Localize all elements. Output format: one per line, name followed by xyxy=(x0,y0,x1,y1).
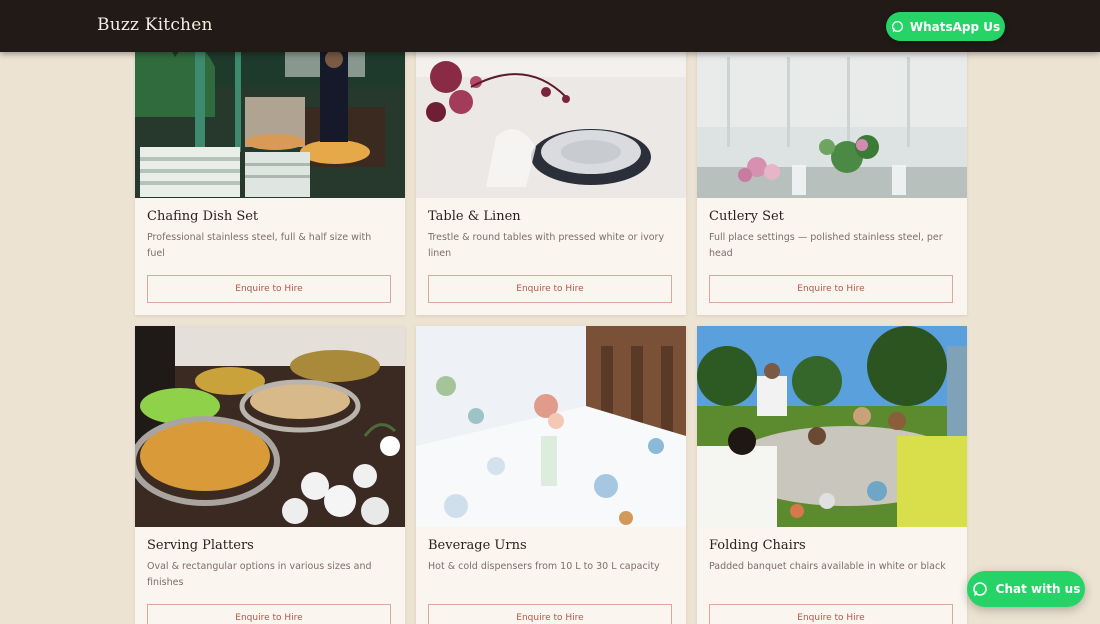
site-header: Buzz Kitchen WhatsApp Us xyxy=(0,0,1100,52)
folding-chairs-image xyxy=(697,326,967,527)
product-title: Table & Linen xyxy=(428,209,521,224)
product-title: Chafing Dish Set xyxy=(147,209,259,224)
chat-with-us-button[interactable]: Chat with us xyxy=(967,571,1085,607)
product-description: Trestle & round tables with pressed whit… xyxy=(428,232,665,259)
serving-platters-image xyxy=(135,326,405,527)
product-title: Beverage Urns xyxy=(428,538,527,553)
product-title: Serving Platters xyxy=(147,538,254,553)
page: Buzz Kitchen WhatsApp Us Chafing Dish Se… xyxy=(0,0,1100,624)
enquire-to-hire-button[interactable]: Enquire to Hire xyxy=(709,275,953,303)
product-title: Cutlery Set xyxy=(709,209,784,224)
brand-logo[interactable]: Buzz Kitchen xyxy=(97,15,213,35)
product-description: Professional stainless steel, full & hal… xyxy=(147,232,372,259)
enquire-to-hire-button[interactable]: Enquire to Hire xyxy=(428,275,672,303)
whatsapp-button-label: WhatsApp Us xyxy=(909,19,1001,34)
product-card-serving-platters: Serving Platters Oval & rectangular opti… xyxy=(135,326,405,624)
chat-button-label: Chat with us xyxy=(995,582,1081,596)
enquire-to-hire-button[interactable]: Enquire to Hire xyxy=(428,604,672,624)
product-description: Padded banquet chairs available in white… xyxy=(709,561,946,572)
chat-bubble-icon xyxy=(972,582,987,596)
equipment-grid: Chafing Dish Set Professional stainless … xyxy=(135,0,969,624)
product-card-beverage-urns: Beverage Urns Hot & cold dispensers from… xyxy=(416,326,686,624)
product-description: Oval & rectangular options in various si… xyxy=(147,561,372,588)
whatsapp-icon xyxy=(891,20,903,33)
beverage-urns-image xyxy=(416,326,686,527)
product-title: Folding Chairs xyxy=(709,538,806,553)
enquire-to-hire-button[interactable]: Enquire to Hire xyxy=(147,604,391,624)
product-description: Hot & cold dispensers from 10 L to 30 L … xyxy=(428,561,660,572)
whatsapp-button[interactable]: WhatsApp Us xyxy=(886,12,1005,41)
product-description: Full place settings — polished stainless… xyxy=(709,232,943,259)
enquire-to-hire-button[interactable]: Enquire to Hire xyxy=(709,604,953,624)
product-card-folding-chairs: Folding Chairs Padded banquet chairs ava… xyxy=(697,326,967,624)
enquire-to-hire-button[interactable]: Enquire to Hire xyxy=(147,275,391,303)
